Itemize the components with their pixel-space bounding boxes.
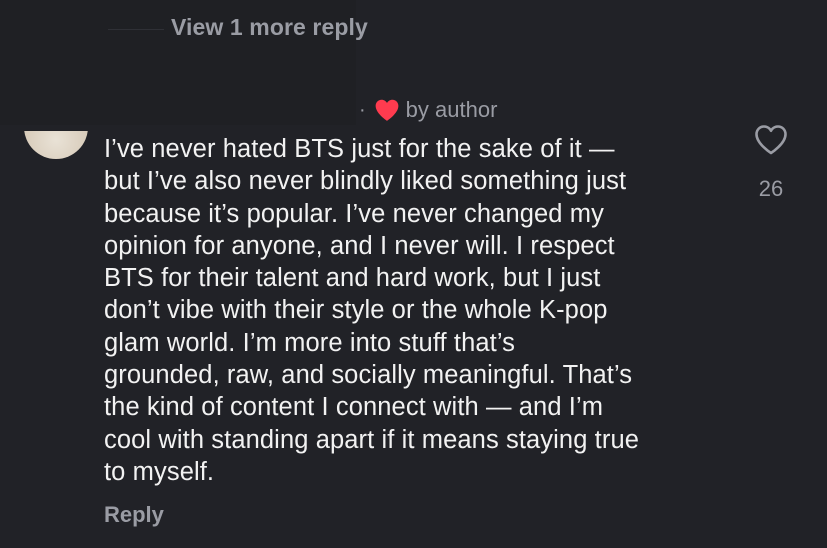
comment-line: the kind of content I connect with — and… (104, 393, 604, 422)
comment-line: don’t vibe with their style or the whole… (104, 296, 608, 325)
avatar[interactable] (24, 131, 88, 159)
view-more-replies-button[interactable]: View 1 more reply (171, 14, 368, 41)
thread-connector-line (108, 29, 164, 30)
separator-dot: · (359, 98, 366, 121)
comment-line: glam world. I’m more into stuff that’s (104, 328, 516, 357)
like-count: 26 (758, 176, 784, 201)
reply-button[interactable]: Reply (104, 502, 164, 528)
heart-filled-icon (375, 99, 399, 121)
comment-line: opinion for anyone, and I never will. I … (104, 231, 615, 260)
liked-by-label: by author (405, 97, 498, 122)
comment-line: cool with standing apart if it means sta… (104, 425, 640, 454)
heart-outline-icon[interactable] (754, 124, 788, 156)
avatar-image (24, 131, 88, 159)
comment-line: but I’ve also never blindly liked someth… (104, 167, 627, 196)
comment-line: I’ve never hated BTS just for the sake o… (104, 135, 615, 163)
comment-line: because it’s popular. I’ve never changed… (104, 199, 604, 228)
comment-body: I’ve never hated BTS just for the sake o… (104, 133, 734, 488)
comment-line: BTS for their talent and hard work, but … (104, 264, 601, 293)
comment-line: grounded, raw, and socially meaningful. … (104, 361, 633, 390)
comment-line: to myself. (104, 457, 215, 486)
liked-by-author-indicator: · by author (359, 97, 497, 123)
